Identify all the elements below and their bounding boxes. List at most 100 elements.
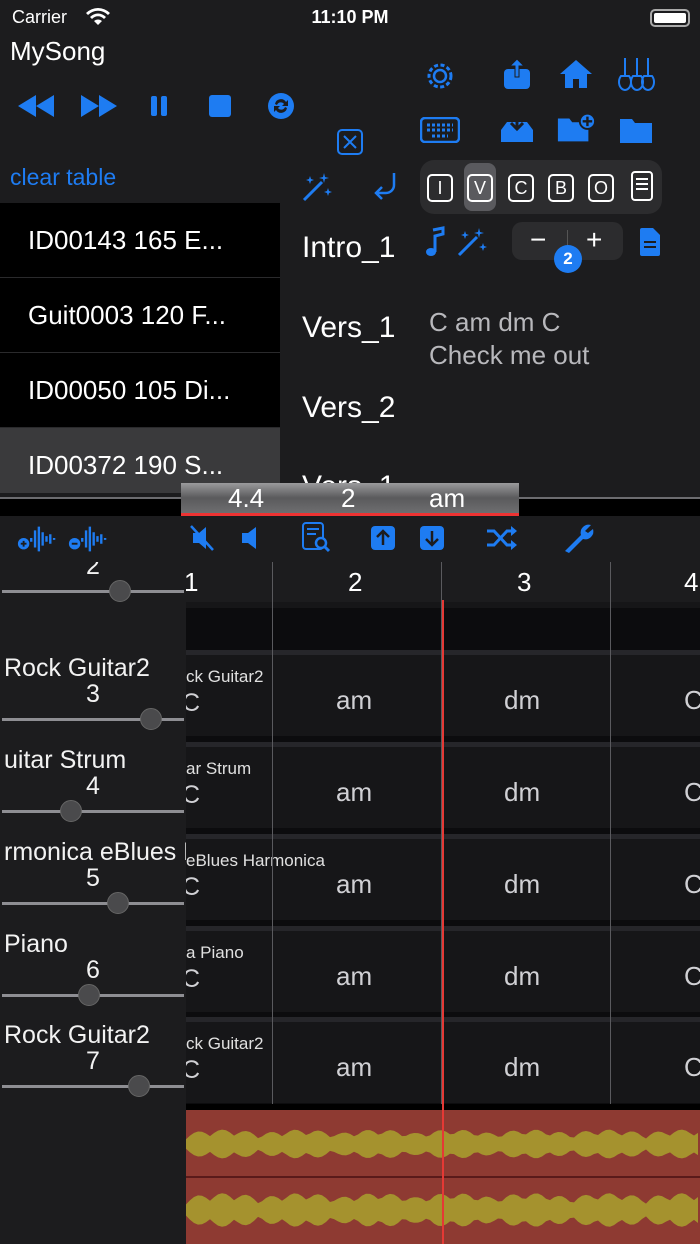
grid-chord[interactable]: am	[336, 961, 372, 992]
settings-button[interactable]	[420, 56, 460, 96]
stop-button[interactable]	[200, 86, 240, 126]
fast-forward-button[interactable]	[79, 86, 119, 126]
return-button[interactable]	[364, 167, 404, 207]
new-folder-button[interactable]	[556, 108, 596, 148]
grid-chord[interactable]: C	[684, 685, 700, 716]
status-time: 11:10 PM	[311, 7, 389, 27]
song-title: MySong	[10, 36, 106, 66]
stepper-value-badge: 2	[554, 245, 582, 273]
track-volume-knob[interactable]	[140, 708, 163, 730]
grid-chord[interactable]: dm	[504, 685, 540, 716]
ruler-number: 4	[684, 567, 699, 597]
track-header[interactable]: 2	[0, 562, 186, 608]
move-down-button[interactable]	[412, 518, 452, 558]
grid-chord: C	[186, 781, 201, 809]
instruments-button[interactable]	[616, 54, 656, 94]
clear-table-button[interactable]: clear table	[10, 164, 116, 191]
track-volume-slider[interactable]	[2, 902, 184, 905]
bar-ruler: 1 2 3 4	[186, 562, 700, 602]
song-list-item[interactable]: ID00050 105 Di...	[0, 353, 280, 428]
track-volume-slider[interactable]	[2, 590, 184, 593]
playhead[interactable]	[442, 600, 444, 1244]
shuffle-button[interactable]	[482, 518, 522, 558]
grid-chord[interactable]: dm	[504, 1052, 540, 1083]
grid-chord[interactable]: dm	[504, 869, 540, 900]
pause-button[interactable]	[139, 86, 179, 126]
mute-button[interactable]	[182, 518, 222, 558]
import-button[interactable]	[497, 108, 537, 148]
tools-button[interactable]	[558, 518, 598, 558]
track-volume-slider[interactable]	[2, 810, 184, 813]
magic-wand-icon	[457, 228, 487, 257]
speaker-mute-icon	[190, 525, 214, 551]
track-header[interactable]: uitar Strum 4	[0, 742, 186, 828]
grid-chord[interactable]: am	[336, 685, 372, 716]
grid-chord[interactable]: C	[684, 961, 700, 992]
part-button-outro[interactable]: O	[588, 174, 614, 202]
grid-chord[interactable]: am	[336, 777, 372, 808]
bar-line	[272, 562, 273, 1104]
track-volume-knob[interactable]	[78, 984, 101, 1006]
stepper-minus-button[interactable]: −	[530, 224, 546, 256]
section-item[interactable]: Intro_1	[302, 231, 395, 265]
search-track-button[interactable]	[296, 518, 336, 558]
add-track-button[interactable]	[16, 518, 56, 558]
gear-icon	[427, 63, 453, 89]
volume-button[interactable]	[230, 518, 270, 558]
track-name: Rock Guitar2	[4, 654, 150, 682]
folder-add-icon	[557, 112, 596, 142]
keyboard-button[interactable]	[420, 110, 460, 150]
song-list-item[interactable]: Guit0003 120 F...	[0, 278, 280, 353]
section-item[interactable]: Vers_2	[302, 391, 395, 425]
part-button-chorus[interactable]: C	[508, 174, 534, 202]
section-item[interactable]: Vers_1	[302, 311, 395, 345]
track-header[interactable]: Rock Guitar2 7	[0, 1017, 186, 1103]
track-number: 2	[86, 562, 100, 580]
grid-track-name: a Piano	[186, 943, 244, 962]
grid-chord[interactable]: dm	[504, 777, 540, 808]
lyrics-button[interactable]	[630, 222, 670, 262]
track-name: Rock Guitar2	[4, 1021, 150, 1049]
section-item[interactable]: Vers_1	[302, 470, 395, 484]
grid-chord[interactable]: C	[684, 1052, 700, 1083]
auto-chords-button[interactable]	[452, 222, 492, 262]
tray-download-icon	[501, 114, 533, 142]
remove-track-button[interactable]	[67, 518, 107, 558]
arrow-up-square-icon	[371, 526, 395, 550]
close-button[interactable]	[330, 122, 370, 162]
track-header[interactable]: Piano 6	[0, 926, 186, 1012]
speaker-icon	[242, 527, 256, 549]
track-number: 7	[86, 1047, 100, 1075]
rewind-button[interactable]	[16, 86, 56, 126]
song-list[interactable]: ID00143 165 E... Guit0003 120 F... ID00050…	[0, 203, 280, 493]
track-header[interactable]: rmonica eBlues Ha5	[0, 834, 186, 920]
notes-button[interactable]	[622, 166, 662, 206]
part-button-bridge[interactable]: B	[548, 174, 574, 202]
magic-button[interactable]	[297, 167, 337, 207]
loop-button[interactable]	[261, 86, 301, 126]
grid-chord[interactable]: am	[336, 1052, 372, 1083]
part-button-intro[interactable]: I	[427, 174, 453, 202]
track-volume-knob[interactable]	[60, 800, 83, 822]
folder-button[interactable]	[616, 110, 656, 150]
track-volume-slider[interactable]	[2, 1085, 184, 1088]
track-name: rmonica eBlues Ha	[4, 838, 186, 866]
track-volume-knob[interactable]	[107, 892, 130, 914]
home-button[interactable]	[556, 54, 596, 94]
track-volume-knob[interactable]	[127, 1075, 150, 1097]
grid-chord[interactable]: C	[684, 869, 700, 900]
part-button-verse[interactable]: V	[467, 174, 493, 202]
share-button[interactable]	[497, 54, 537, 94]
move-up-button[interactable]	[363, 518, 403, 558]
track-volume-knob[interactable]	[109, 580, 132, 602]
stepper-plus-button[interactable]: +	[586, 224, 602, 256]
grid-chord[interactable]: C	[684, 777, 700, 808]
track-header[interactable]: Rock Guitar2 3	[0, 650, 186, 736]
waveform-plus-icon	[17, 526, 56, 552]
grid-chord[interactable]: am	[336, 869, 372, 900]
song-list-item[interactable]: ID00143 165 E...	[0, 203, 280, 278]
keyboard-icon	[420, 117, 460, 143]
grid-chord[interactable]: dm	[504, 961, 540, 992]
track-number: 3	[86, 680, 100, 708]
note-button[interactable]	[414, 222, 454, 262]
